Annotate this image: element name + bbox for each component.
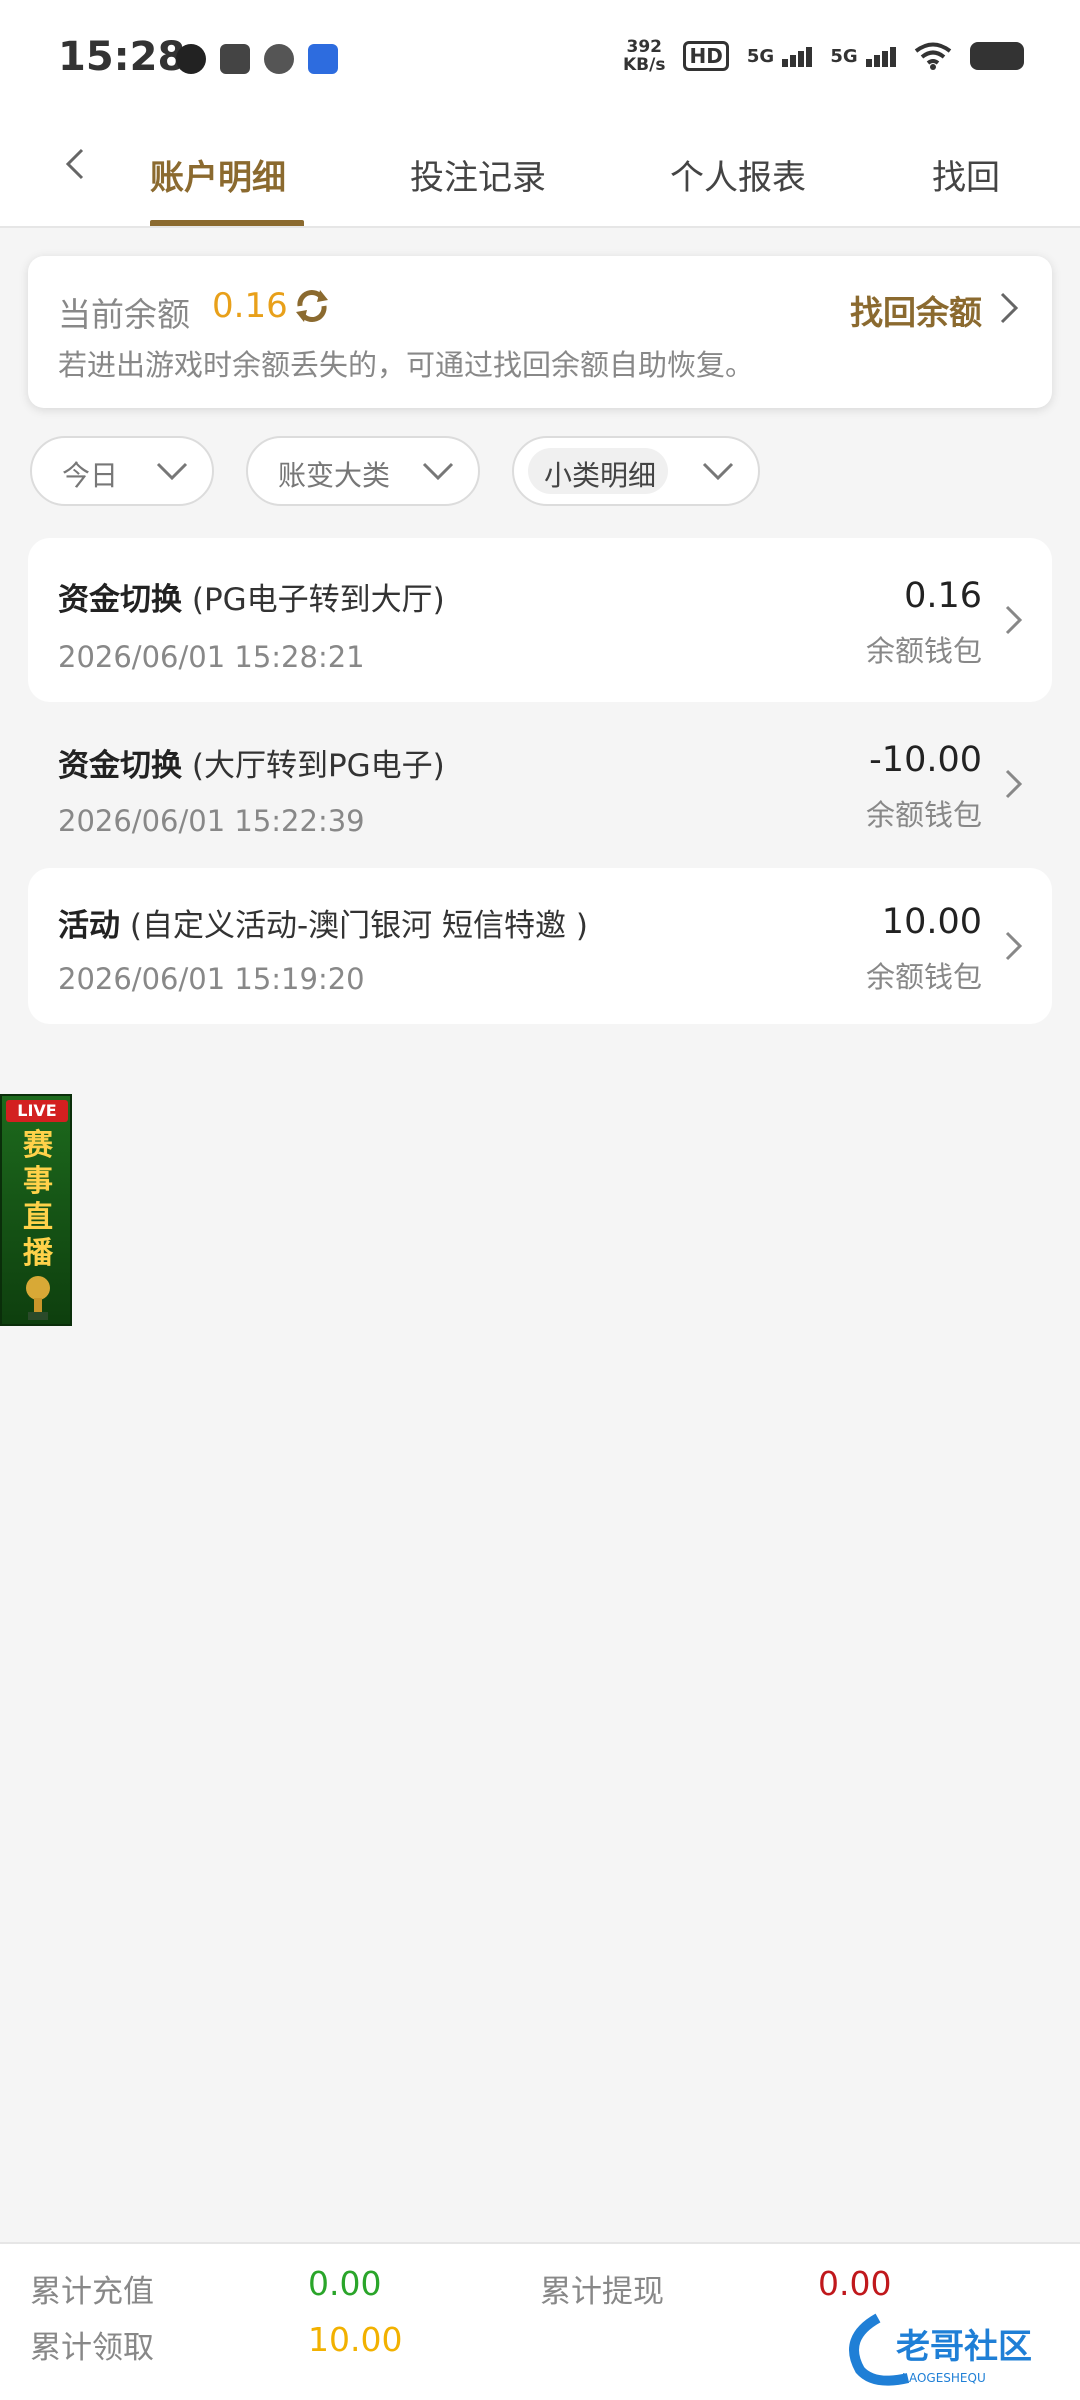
- balance-card: 当前余额 0.16 若进出游戏时余额丢失的，可通过找回余额自助恢复。 找回余额: [28, 256, 1052, 408]
- chevron-down-icon: [156, 462, 188, 481]
- status-time: 15:28: [58, 34, 186, 80]
- filter-category[interactable]: 账变大类: [246, 436, 480, 506]
- baidu-icon: [308, 44, 338, 74]
- chevron-right-icon: [1005, 605, 1023, 635]
- tab-personal-report[interactable]: 个人报表: [670, 150, 806, 199]
- record-time: 2026/06/01 15:22:39: [58, 804, 365, 838]
- back-icon[interactable]: [56, 144, 96, 184]
- filter-date[interactable]: 今日: [30, 436, 214, 506]
- live-stream-banner[interactable]: LIVE 赛事直播: [0, 1094, 72, 1326]
- record-wallet: 余额钱包: [865, 960, 982, 994]
- refresh-icon[interactable]: [290, 284, 334, 328]
- active-tab-indicator: [150, 220, 304, 226]
- filter-subcategory-label: 小类明细: [544, 459, 657, 492]
- summary-bar: 累计充值 0.00 累计提现 0.00 累计领取 10.00 老哥社区 LAOG…: [0, 2242, 1080, 2400]
- tab-recover[interactable]: 找回: [932, 150, 1000, 199]
- qq-icon: [176, 44, 206, 74]
- balance-hint: 若进出游戏时余额丢失的，可通过找回余额自助恢复。: [58, 348, 755, 382]
- live-banner-text: 赛事直播: [23, 1128, 53, 1271]
- record-amount: 0.16: [904, 576, 982, 616]
- chevron-right-icon[interactable]: [996, 288, 1024, 328]
- svg-text:老哥社区: 老哥社区: [896, 2327, 1032, 2367]
- chevron-down-icon: [702, 462, 734, 481]
- record-wallet: 余额钱包: [865, 798, 982, 832]
- tab-account-details[interactable]: 账户明细: [150, 150, 286, 199]
- total-withdraw-value: 0.00: [818, 2264, 892, 2303]
- trophy-icon: [26, 1276, 50, 1320]
- record-item[interactable]: 资金切换 (大厅转到PG电子) 2026/06/01 15:22:39 -10.…: [28, 702, 1052, 866]
- balance-value: 0.16: [212, 286, 288, 326]
- record-title: 活动 (自定义活动-澳门银河 短信特邀 ): [58, 908, 588, 944]
- record-title: 资金切换 (PG电子转到大厅): [58, 582, 445, 618]
- total-deposit-label: 累计充值: [30, 2274, 154, 2310]
- record-time: 2026/06/01 15:19:20: [58, 962, 365, 996]
- record-amount: -10.00: [869, 740, 982, 780]
- signal-icon-2: 5G: [830, 46, 896, 67]
- app-s-icon: [264, 44, 294, 74]
- total-deposit-value: 0.00: [308, 2264, 382, 2303]
- status-bar: 15:28 392 KB/s HD 5G 5G: [0, 0, 1080, 120]
- hd-icon: HD: [683, 41, 729, 71]
- chevron-down-icon: [422, 462, 454, 481]
- record-title: 资金切换 (大厅转到PG电子): [58, 748, 445, 784]
- filter-subcategory[interactable]: 小类明细: [512, 436, 760, 506]
- record-amount: 10.00: [881, 902, 982, 942]
- record-wallet: 余额钱包: [865, 634, 982, 668]
- record-time: 2026/06/01 15:28:21: [58, 640, 365, 674]
- record-item[interactable]: 活动 (自定义活动-澳门银河 短信特邀 ) 2026/06/01 15:19:2…: [28, 868, 1052, 1024]
- tab-bar: 账户明细 投注记录 个人报表 找回: [0, 120, 1080, 228]
- svg-text:LAOGESHEQU: LAOGESHEQU: [902, 2371, 986, 2385]
- status-app-icons: [176, 44, 338, 74]
- vivo-icon: [220, 44, 250, 74]
- total-claim-label: 累计领取: [30, 2330, 154, 2366]
- balance-label: 当前余额: [58, 295, 190, 334]
- record-item[interactable]: 资金切换 (PG电子转到大厅) 2026/06/01 15:28:21 0.16…: [28, 538, 1052, 702]
- signal-icon: 5G: [747, 46, 813, 67]
- watermark-logo: 老哥社区 LAOGESHEQU: [849, 2313, 1032, 2386]
- recover-balance-link[interactable]: 找回余额: [850, 286, 982, 334]
- tab-bet-records[interactable]: 投注记录: [410, 150, 546, 199]
- filter-category-label: 账变大类: [278, 459, 391, 492]
- total-claim-value: 10.00: [308, 2320, 403, 2359]
- wifi-icon: [914, 42, 952, 70]
- chevron-right-icon: [1005, 769, 1023, 799]
- total-withdraw-label: 累计提现: [540, 2274, 664, 2310]
- chevron-right-icon: [1005, 931, 1023, 961]
- status-indicators: 392 KB/s HD 5G 5G: [623, 38, 1024, 74]
- battery-icon: [970, 42, 1024, 70]
- filter-date-label: 今日: [62, 459, 119, 492]
- net-speed: 392 KB/s: [623, 37, 666, 75]
- live-tag: LIVE: [6, 1100, 68, 1122]
